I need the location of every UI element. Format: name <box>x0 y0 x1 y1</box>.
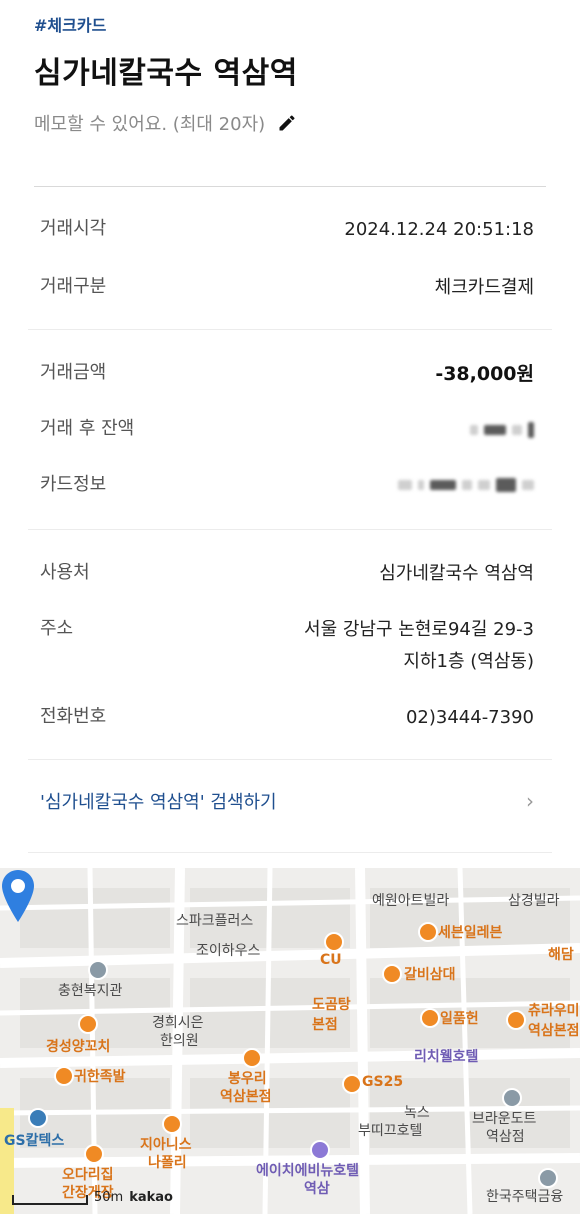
map-poi: 브라운도트 <box>472 1111 537 1127</box>
map-poi: 삼경빌라 <box>508 893 560 909</box>
merchant-title: 심가네칼국수 역삼역 <box>34 56 298 91</box>
row-value: 체크카드결제 <box>434 277 534 298</box>
store-icon <box>418 922 438 942</box>
amount-value: -38,000원 <box>435 363 534 385</box>
location-map[interactable]: 예원아트빌라 삼경빌라 스파크플러스 조이하우스 CU 세븐일레븐 해담 충현복… <box>0 868 580 1214</box>
map-poi: 한의원 <box>160 1033 199 1049</box>
scale-label: 50m <box>94 1190 124 1205</box>
building-icon <box>502 1088 522 1108</box>
restaurant-icon <box>78 1014 98 1034</box>
map-poi: 역삼본점 <box>528 1023 580 1039</box>
row-value: 2024.12.24 20:51:18 <box>344 219 534 240</box>
map-poi: 부띠끄호텔 <box>358 1123 423 1139</box>
address-line2: 지하1층 (역삼동) <box>403 651 534 672</box>
detail-row-balance: 거래 후 잔액 <box>40 414 534 440</box>
restaurant-icon <box>420 1008 440 1028</box>
detail-row-time: 거래시각 2024.12.24 20:51:18 <box>40 214 534 246</box>
hotel-icon <box>310 1140 330 1160</box>
masked-card-info <box>398 478 534 492</box>
kakao-logo: kakao <box>129 1190 173 1205</box>
scale-bar <box>12 1195 88 1205</box>
map-poi: 조이하우스 <box>196 943 261 959</box>
row-label: 거래 후 잔액 <box>40 418 135 439</box>
row-label: 거래시각 <box>40 218 107 239</box>
row-label: 사용처 <box>40 562 90 583</box>
map-scale: 50m kakao <box>12 1190 173 1205</box>
map-poi: 해담 <box>548 947 574 963</box>
restaurant-icon <box>54 1066 74 1086</box>
map-poi: 역삼본점 <box>220 1089 272 1105</box>
building-icon <box>538 1168 558 1188</box>
detail-row-phone: 전화번호 02)3444-7390 <box>40 702 534 734</box>
map-poi: 경성양꼬치 <box>46 1039 111 1055</box>
map-poi: 스파크플러스 <box>176 913 254 929</box>
map-poi: CU <box>320 952 342 968</box>
row-label: 주소 <box>40 618 74 639</box>
map-poi: 도곰탕 <box>312 997 351 1013</box>
map-poi: 오다리집 <box>62 1167 114 1183</box>
map-poi: 역삼 <box>304 1181 330 1197</box>
map-poi: 리치웰호텔 <box>414 1049 479 1065</box>
row-label: 전화번호 <box>40 706 107 727</box>
map-poi: 역삼점 <box>486 1129 525 1145</box>
detail-row-amount: 거래금액 -38,000원 <box>40 358 534 390</box>
row-label: 거래구분 <box>40 276 107 297</box>
location-pin-icon <box>2 870 34 922</box>
map-poi: 지아니스 <box>140 1137 192 1153</box>
chevron-right-icon: › <box>526 789 534 813</box>
map-poi: 경희시은 <box>152 1015 204 1031</box>
row-value: 심가네칼국수 역삼역 <box>379 563 534 584</box>
restaurant-icon <box>242 1048 262 1068</box>
detail-row-type: 거래구분 체크카드결제 <box>40 272 534 304</box>
map-poi: 예원아트빌라 <box>372 893 450 909</box>
detail-row-card: 카드정보 <box>40 470 534 496</box>
pencil-icon[interactable] <box>277 113 297 133</box>
memo-placeholder: 메모할 수 있어요. (최대 20자) <box>34 114 266 135</box>
section-divider <box>28 529 552 530</box>
map-poi: 한국주택금융 <box>486 1189 564 1205</box>
map-poi: GS칼텍스 <box>4 1133 65 1149</box>
restaurant-icon <box>84 1144 104 1164</box>
store-icon <box>342 1074 362 1094</box>
map-poi: 녹스 <box>404 1105 430 1121</box>
memo-field[interactable]: 메모할 수 있어요. (최대 20자) <box>34 110 297 136</box>
restaurant-icon <box>506 1010 526 1030</box>
building-icon <box>88 960 108 980</box>
address-line1: 서울 강남구 논현로94길 29-3 <box>304 619 534 640</box>
map-poi: 츄라우미 <box>528 1003 580 1019</box>
section-divider <box>28 759 552 760</box>
detail-row-address: 주소 서울 강남구 논현로94길 29-3 지하1층 (역삼동) <box>40 614 534 678</box>
map-poi: 나폴리 <box>148 1155 187 1171</box>
map-poi: GS25 <box>362 1074 404 1090</box>
map-poi: 세븐일레븐 <box>438 925 503 941</box>
map-poi: 에이치에비뉴호텔 <box>256 1163 360 1179</box>
detail-row-merchant: 사용처 심가네칼국수 역삼역 <box>40 558 534 590</box>
header-divider <box>34 186 546 187</box>
gas-station-icon <box>28 1108 48 1128</box>
restaurant-icon <box>382 964 402 984</box>
store-icon <box>324 932 344 952</box>
map-poi: 귀한족발 <box>74 1069 126 1085</box>
section-divider <box>28 329 552 330</box>
map-poi: 봉우리 <box>228 1071 267 1087</box>
row-label: 거래금액 <box>40 362 107 383</box>
phone-value[interactable]: 02)3444-7390 <box>406 702 534 734</box>
map-poi: 갈비삼대 <box>404 967 456 983</box>
search-link-label: '심가네칼국수 역삼역' 검색하기 <box>40 792 277 813</box>
search-merchant-link[interactable]: '심가네칼국수 역삼역' 검색하기 › <box>40 788 534 814</box>
map-poi: 충현복지관 <box>58 983 123 999</box>
map-poi: 본점 <box>312 1017 338 1033</box>
masked-balance <box>470 422 534 438</box>
card-type-tag: #체크카드 <box>34 16 107 35</box>
row-label: 카드정보 <box>40 474 107 495</box>
section-divider <box>28 852 552 853</box>
restaurant-icon <box>162 1114 182 1134</box>
address-value: 서울 강남구 논현로94길 29-3 지하1층 (역삼동) <box>304 614 534 678</box>
map-poi: 일품헌 <box>440 1011 479 1027</box>
